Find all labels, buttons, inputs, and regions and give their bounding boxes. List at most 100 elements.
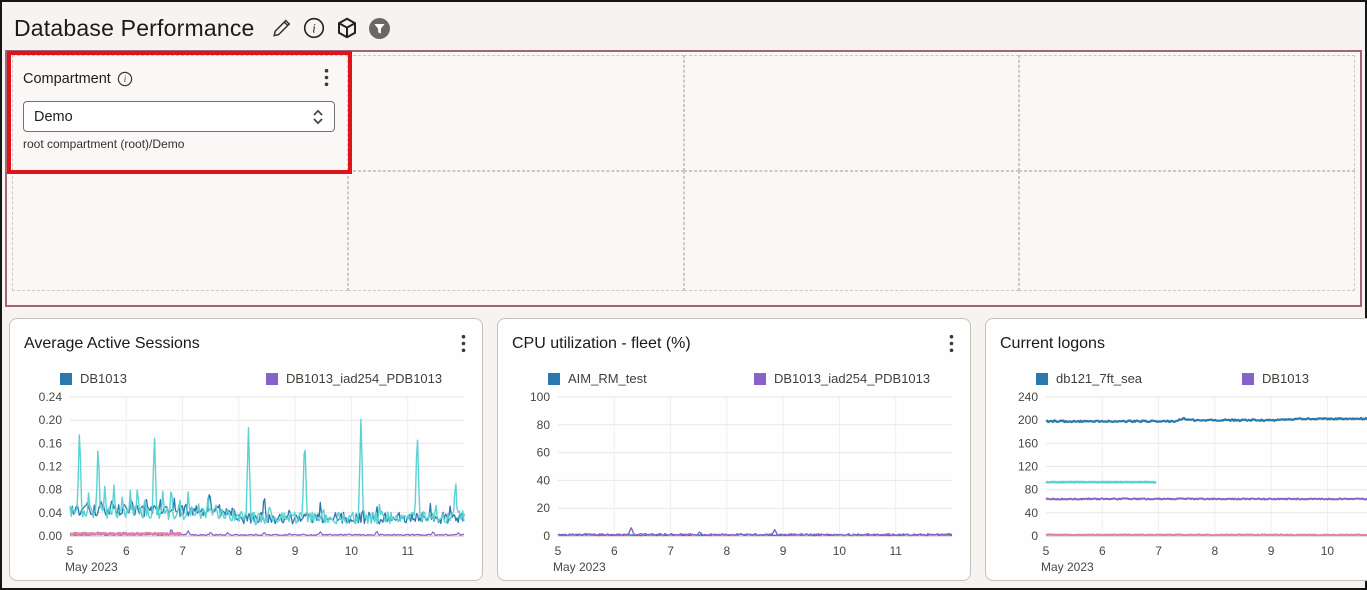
svg-text:6: 6 — [611, 544, 618, 558]
compartment-label: Compartment — [23, 71, 111, 87]
legend-swatch-icon — [1242, 373, 1254, 385]
legend-swatch-icon — [1036, 373, 1048, 385]
legend-item[interactable]: DB1013_iad254_PDB1013 — [754, 371, 960, 386]
chart-title: CPU utilization - fleet (%) — [512, 332, 691, 353]
svg-text:6: 6 — [123, 544, 130, 558]
svg-text:0.08: 0.08 — [39, 483, 63, 497]
svg-text:8: 8 — [1212, 544, 1219, 558]
line-chart: 04080120160200240567891011May 2023 — [1000, 390, 1367, 576]
svg-text:0.20: 0.20 — [39, 413, 63, 427]
svg-text:May 2023: May 2023 — [1041, 560, 1094, 574]
svg-text:0.00: 0.00 — [39, 529, 63, 543]
svg-text:7: 7 — [179, 544, 186, 558]
chart-canvas: 0.00 0.04 0.08 0.12 0.16 0.20 0.24 5 6 7 8 9 10 11 May… — [24, 390, 472, 576]
chart-card-cpu-utilization: CPU utilization - fleet (%) AIM_RM_test D… — [497, 318, 971, 581]
svg-text:5: 5 — [1043, 544, 1050, 558]
edit-icon[interactable] — [271, 17, 293, 39]
svg-text:0.12: 0.12 — [39, 460, 63, 474]
chart-legend: DB1013 DB1013_iad254_PDB1013 — [24, 371, 472, 386]
page-title: Database Performance — [14, 15, 255, 42]
svg-text:80: 80 — [537, 418, 551, 432]
legend-item[interactable]: AIM_RM_test — [548, 371, 754, 386]
legend-item[interactable]: DB1013 — [60, 371, 266, 386]
svg-text:0.24: 0.24 — [39, 390, 63, 404]
kebab-menu-icon[interactable] — [455, 332, 472, 358]
svg-text:8: 8 — [724, 544, 731, 558]
chart-title: Average Active Sessions — [24, 332, 200, 353]
line-chart: 0 20 40 60 80 100 5 6 7 8 9 10 11 May 2023 — [512, 390, 960, 576]
page-header: Database Performance i — [2, 2, 1365, 50]
line-chart: 0.00 0.04 0.08 0.12 0.16 0.20 0.24 5 6 7 8 9 10 11 May… — [24, 390, 472, 576]
dashboard-filter-grid: Compartment i Demo root compartment (roo… — [5, 50, 1362, 307]
compartment-selected-value: Demo — [34, 109, 73, 125]
empty-grid-cell — [684, 171, 1020, 291]
chart-card-average-active-sessions: Average Active Sessions DB1013 DB1013_iad… — [9, 318, 483, 581]
legend-label: DB1013_iad254_PDB1013 — [774, 371, 930, 386]
legend-swatch-icon — [266, 373, 278, 385]
svg-text:160: 160 — [1018, 436, 1038, 450]
svg-text:120: 120 — [1018, 460, 1038, 474]
svg-text:9: 9 — [1268, 544, 1275, 558]
svg-text:8: 8 — [236, 544, 243, 558]
svg-text:9: 9 — [780, 544, 787, 558]
svg-text:i: i — [124, 74, 127, 84]
kebab-menu-icon[interactable] — [943, 332, 960, 358]
legend-label: DB1013 — [80, 371, 127, 386]
chart-legend: AIM_RM_test DB1013_iad254_PDB1013 — [512, 371, 960, 386]
legend-label: AIM_RM_test — [568, 371, 647, 386]
legend-item[interactable]: DB1013 — [1242, 371, 1367, 386]
svg-text:10: 10 — [1321, 544, 1335, 558]
svg-text:i: i — [312, 21, 316, 35]
svg-text:80: 80 — [1025, 483, 1039, 497]
info-icon[interactable]: i — [302, 16, 326, 40]
svg-text:240: 240 — [1018, 390, 1038, 404]
svg-text:100: 100 — [530, 390, 550, 404]
svg-text:0: 0 — [543, 529, 550, 543]
legend-label: DB1013_iad254_PDB1013 — [286, 371, 442, 386]
empty-grid-cell — [12, 171, 348, 291]
svg-text:May 2023: May 2023 — [65, 560, 118, 574]
svg-text:5: 5 — [67, 544, 74, 558]
legend-label: db121_7ft_sea — [1056, 371, 1142, 386]
legend-item[interactable]: db121_7ft_sea — [1036, 371, 1242, 386]
svg-text:10: 10 — [345, 544, 359, 558]
svg-text:11: 11 — [401, 544, 414, 558]
svg-text:5: 5 — [555, 544, 562, 558]
empty-grid-cell — [1019, 55, 1355, 171]
legend-item[interactable]: DB1013_iad254_PDB1013 — [266, 371, 472, 386]
svg-text:0: 0 — [1031, 529, 1038, 543]
chart-card-current-logons: Current logons db121_7ft_sea DB1013 0 40 80… — [985, 318, 1367, 581]
chart-canvas: 0 20 40 60 80 100 5 6 7 8 9 10 11 May 2023 — [512, 390, 960, 576]
svg-text:0.16: 0.16 — [39, 436, 63, 450]
svg-text:11: 11 — [889, 544, 902, 558]
charts-row: Average Active Sessions DB1013 DB1013_iad… — [9, 318, 1359, 581]
svg-text:6: 6 — [1099, 544, 1106, 558]
svg-text:60: 60 — [537, 446, 551, 460]
svg-text:May 2023: May 2023 — [553, 560, 606, 574]
legend-swatch-icon — [548, 373, 560, 385]
empty-grid-cell — [348, 171, 684, 291]
chart-title: Current logons — [1000, 332, 1105, 353]
legend-label: DB1013 — [1262, 371, 1309, 386]
svg-text:40: 40 — [537, 473, 551, 487]
legend-swatch-icon — [60, 373, 72, 385]
svg-text:7: 7 — [1155, 544, 1162, 558]
svg-text:0.04: 0.04 — [39, 506, 63, 520]
svg-text:20: 20 — [537, 501, 551, 515]
compartment-select[interactable]: Demo — [23, 101, 335, 132]
svg-text:200: 200 — [1018, 413, 1038, 427]
svg-text:7: 7 — [667, 544, 674, 558]
compartment-path-text: root compartment (root)/Demo — [23, 137, 335, 151]
filter-icon[interactable] — [368, 17, 391, 40]
compartment-filter-widget: Compartment i Demo root compartment (roo… — [12, 55, 348, 171]
kebab-menu-icon[interactable] — [318, 66, 335, 92]
chevron-up-down-icon — [310, 107, 326, 127]
legend-swatch-icon — [754, 373, 766, 385]
svg-text:40: 40 — [1025, 506, 1039, 520]
svg-text:9: 9 — [292, 544, 299, 558]
empty-grid-cell — [348, 55, 684, 171]
svg-text:10: 10 — [833, 544, 847, 558]
info-icon[interactable]: i — [117, 71, 133, 87]
chart-canvas: 04080120160200240567891011May 2023 — [1000, 390, 1367, 576]
cube-icon[interactable] — [335, 16, 359, 40]
